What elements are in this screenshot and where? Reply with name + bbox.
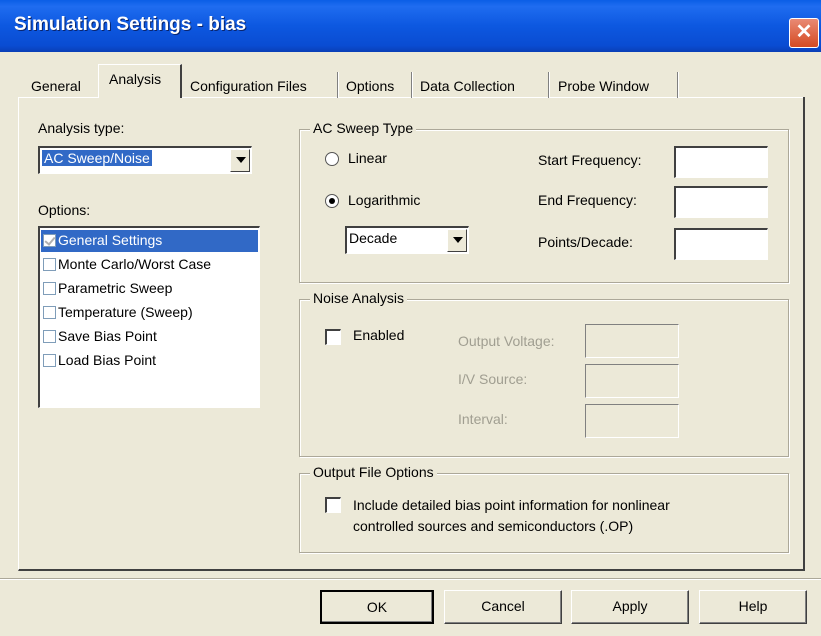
bias-point-info-checkbox[interactable]	[325, 497, 341, 513]
points-per-decade-label: Points/Decade:	[538, 234, 633, 250]
help-button[interactable]: Help	[699, 590, 807, 624]
interval-label: Interval:	[458, 411, 508, 427]
list-item-label: Save Bias Point	[58, 328, 157, 344]
iv-source-input[interactable]	[585, 364, 679, 398]
tab-separator	[548, 72, 550, 98]
list-item-label: General Settings	[58, 232, 163, 248]
radio-linear[interactable]	[325, 152, 339, 166]
checkbox-icon[interactable]	[43, 306, 56, 319]
noise-analysis-group	[299, 299, 789, 457]
checkbox-icon[interactable]	[43, 234, 56, 247]
analysis-type-label: Analysis type:	[38, 120, 125, 136]
bias-point-info-line1: Include detailed bias point information …	[353, 497, 670, 513]
title-bar: Simulation Settings - bias ✕	[0, 0, 821, 52]
end-frequency-label: End Frequency:	[538, 192, 637, 208]
options-label: Options:	[38, 202, 91, 218]
list-item-general-settings[interactable]: General Settings	[41, 230, 258, 252]
output-voltage-input[interactable]	[585, 324, 679, 358]
log-unit-select[interactable]: Decade	[345, 226, 469, 254]
apply-button[interactable]: Apply	[571, 590, 689, 624]
tab-probe-window[interactable]: Probe Window	[558, 76, 649, 98]
interval-input[interactable]	[585, 404, 679, 438]
list-item-label: Temperature (Sweep)	[58, 304, 193, 320]
logarithmic-label: Logarithmic	[348, 192, 421, 208]
list-item-load-bias-point[interactable]: Load Bias Point	[41, 350, 258, 372]
list-item-temperature-sweep[interactable]: Temperature (Sweep)	[41, 302, 258, 324]
chevron-down-icon[interactable]	[447, 229, 467, 252]
tab-analysis-label: Analysis	[109, 71, 162, 87]
bias-point-info-line2: controlled sources and semiconductors (.…	[353, 518, 634, 534]
checkbox-icon[interactable]	[43, 282, 56, 295]
points-per-decade-input[interactable]	[674, 228, 768, 260]
tab-analysis[interactable]: Analysis	[98, 64, 182, 98]
output-file-group	[299, 473, 789, 553]
log-unit-value: Decade	[349, 230, 398, 246]
footer-divider	[0, 578, 821, 580]
close-button[interactable]: ✕	[789, 18, 819, 48]
cancel-button[interactable]: Cancel	[444, 590, 562, 624]
tab-general[interactable]: General	[31, 76, 81, 98]
radio-logarithmic[interactable]	[325, 194, 339, 208]
checkbox-icon[interactable]	[43, 330, 56, 343]
tab-configuration-files[interactable]: Configuration Files	[190, 76, 307, 98]
list-item-save-bias-point[interactable]: Save Bias Point	[41, 326, 258, 348]
checkbox-icon[interactable]	[43, 354, 56, 367]
tab-data-collection[interactable]: Data Collection	[420, 76, 515, 98]
checkbox-icon[interactable]	[43, 258, 56, 271]
close-icon: ✕	[795, 21, 813, 43]
noise-analysis-title: Noise Analysis	[310, 290, 408, 306]
ac-sweep-title: AC Sweep Type	[310, 120, 417, 136]
start-frequency-input[interactable]	[674, 146, 768, 178]
window-title: Simulation Settings - bias	[14, 14, 247, 35]
analysis-type-select[interactable]: AC Sweep/Noise	[38, 146, 252, 174]
ok-button[interactable]: OK	[320, 590, 434, 624]
list-item-monte-carlo[interactable]: Monte Carlo/Worst Case	[41, 254, 258, 276]
tab-separator	[337, 72, 339, 98]
output-file-title: Output File Options	[310, 464, 437, 480]
tab-options[interactable]: Options	[346, 76, 394, 98]
noise-enabled-label: Enabled	[353, 327, 405, 343]
noise-enabled-checkbox[interactable]	[325, 329, 341, 345]
list-item-label: Monte Carlo/Worst Case	[58, 256, 212, 272]
tab-separator	[677, 72, 679, 98]
list-item-label: Parametric Sweep	[58, 280, 173, 296]
end-frequency-input[interactable]	[674, 186, 768, 218]
options-list[interactable]: General Settings Monte Carlo/Worst Case …	[38, 226, 260, 408]
output-voltage-label: Output Voltage:	[458, 333, 555, 349]
list-item-parametric-sweep[interactable]: Parametric Sweep	[41, 278, 258, 300]
start-frequency-label: Start Frequency:	[538, 152, 642, 168]
list-item-label: Load Bias Point	[58, 352, 157, 368]
analysis-type-value: AC Sweep/Noise	[42, 150, 152, 166]
tab-separator	[411, 72, 413, 98]
iv-source-label: I/V Source:	[458, 371, 528, 387]
linear-label: Linear	[348, 150, 387, 166]
chevron-down-icon[interactable]	[230, 149, 250, 172]
